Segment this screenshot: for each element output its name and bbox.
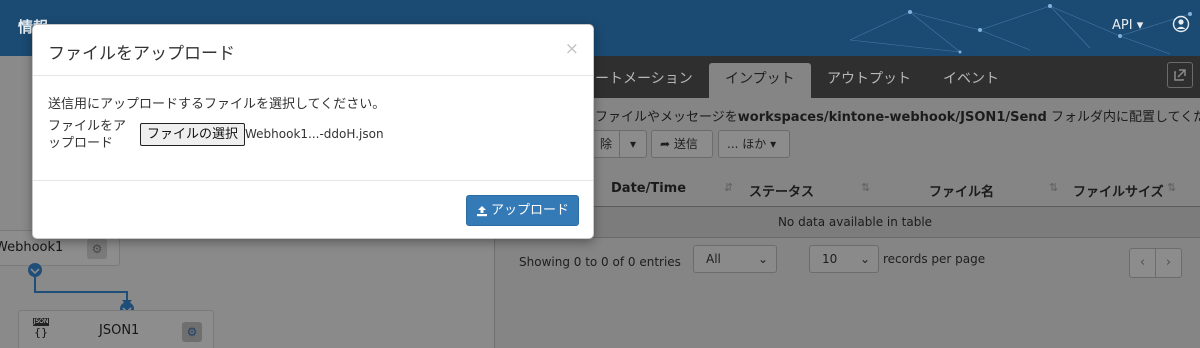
column-header-filesize[interactable]: ファイルサイズ — [1073, 181, 1164, 200]
tab-output[interactable]: アウトプット — [811, 63, 927, 98]
more-menu-button[interactable]: ... ほか ▾ — [718, 130, 790, 158]
delete-dropdown-button[interactable]: ▾ — [619, 130, 647, 158]
user-icon[interactable] — [1172, 15, 1190, 33]
sort-icon[interactable]: ⇅ — [1049, 181, 1058, 194]
modal-message: 送信用にアップロードするファイルを選択してください。 — [48, 97, 386, 112]
external-link-button[interactable] — [1167, 62, 1193, 88]
gear-icon[interactable]: ⚙ — [182, 322, 202, 342]
json-icon: JSON {} — [33, 318, 49, 339]
network-decoration — [849, 4, 1192, 55]
modal-title: ファイルをアップロード — [48, 44, 235, 64]
entries-info: Showing 0 to 0 of 0 entries — [519, 255, 681, 269]
upload-button[interactable]: アップロード — [466, 195, 579, 226]
modal-footer: アップロード — [33, 180, 593, 240]
external-link-icon — [1174, 69, 1186, 81]
chevron-down-icon: ▾ — [770, 137, 777, 151]
next-page-button[interactable]: › — [1155, 248, 1182, 278]
send-button[interactable]: ➦ 送信 — [651, 130, 713, 158]
filter-select[interactable]: All ⌄ — [693, 245, 777, 273]
detail-panel: ートメーション インプット アウトプット イベント ファイルやメッセージをwor… — [494, 56, 1200, 348]
flow-node-json1[interactable]: JSON {} JSON1 ⚙ — [18, 310, 214, 348]
flow-node-label: JSON1 — [99, 323, 140, 338]
chevron-down-icon: ⌄ — [859, 252, 870, 266]
modal-header: ファイルをアップロード × — [33, 25, 593, 76]
column-header-status[interactable]: ステータス — [749, 181, 814, 200]
column-header-datetime[interactable]: Date/Time — [611, 181, 686, 196]
prev-page-button[interactable]: ‹ — [1129, 248, 1156, 278]
share-icon: ➦ — [660, 137, 671, 151]
file-field-label: ファイルをアップロード — [48, 119, 127, 151]
tab-input[interactable]: インプット — [709, 63, 811, 98]
sort-icon[interactable]: ⇅ — [861, 181, 870, 194]
sort-desc-icon[interactable]: ⇵ — [724, 181, 733, 194]
table-empty-row: No data available in table — [509, 207, 1200, 237]
tab-bar: ートメーション インプット アウトプット イベント — [495, 56, 1200, 98]
chevron-down-icon: ⌄ — [757, 252, 768, 266]
api-menu[interactable]: API ▾ — [1112, 18, 1143, 33]
folder-path: workspaces/kintone-webhook/JSON1/Send — [737, 110, 1047, 125]
close-icon[interactable]: × — [565, 39, 579, 59]
tab-automation[interactable]: ートメーション — [579, 63, 709, 98]
sort-icon[interactable]: ⇅ — [1167, 181, 1176, 194]
column-header-filename[interactable]: ファイル名 — [929, 181, 994, 200]
selected-file-name: Webhook1...-ddoH.json — [245, 127, 384, 141]
input-instruction: ファイルやメッセージをworkspaces/kintone-webhook/JS… — [595, 110, 1200, 125]
upload-icon — [476, 205, 487, 216]
table-footer-divider — [509, 237, 1200, 238]
choose-file-button[interactable]: ファイルの選択 — [140, 123, 246, 146]
delete-button[interactable]: 除 — [591, 130, 621, 158]
tab-events[interactable]: イベント — [927, 63, 1015, 98]
upload-modal: ファイルをアップロード × 送信用にアップロードするファイルを選択してください。… — [32, 24, 594, 239]
records-per-page-label: records per page — [883, 252, 986, 266]
page-size-select[interactable]: 10 ⌄ — [809, 245, 879, 273]
